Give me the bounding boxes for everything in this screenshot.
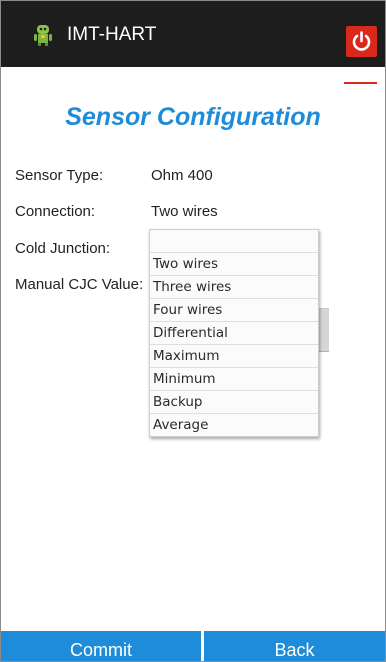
power-icon bbox=[352, 31, 371, 51]
app-screen: IMT-HART Sensor Configuration Sensor Typ… bbox=[0, 0, 386, 662]
dropdown-blank-row bbox=[150, 230, 318, 253]
connection-spinner[interactable]: Two wires bbox=[151, 202, 218, 222]
dropdown-option-differential[interactable]: Differential bbox=[150, 322, 318, 345]
tab-indicator bbox=[344, 82, 377, 84]
dropdown-option-backup[interactable]: Backup bbox=[150, 391, 318, 414]
power-button[interactable] bbox=[346, 26, 377, 57]
connection-dropdown-list[interactable]: Two wires Three wires Four wires Differe… bbox=[149, 229, 319, 437]
dropdown-option-four-wires[interactable]: Four wires bbox=[150, 299, 318, 322]
sensor-type-spinner[interactable]: Ohm 400 bbox=[151, 166, 213, 186]
app-title: IMT-HART bbox=[67, 24, 157, 45]
page-title: Sensor Configuration bbox=[65, 103, 321, 131]
dropdown-option-three-wires[interactable]: Three wires bbox=[150, 276, 318, 299]
cold-junction-label: Cold Junction: bbox=[15, 240, 111, 257]
dropdown-option-maximum[interactable]: Maximum bbox=[150, 345, 318, 368]
commit-button[interactable]: Commit bbox=[1, 631, 201, 661]
dropdown-option-average[interactable]: Average bbox=[150, 414, 318, 436]
manual-cjc-label: Manual CJC Value: bbox=[15, 276, 144, 293]
sensor-type-label: Sensor Type: bbox=[15, 167, 104, 184]
dropdown-option-minimum[interactable]: Minimum bbox=[150, 368, 318, 391]
android-robot-icon bbox=[31, 23, 55, 47]
dropdown-option-two-wires[interactable]: Two wires bbox=[150, 253, 318, 276]
back-button[interactable]: Back bbox=[204, 631, 385, 661]
action-bar: IMT-HART bbox=[1, 1, 385, 67]
connection-label: Connection: bbox=[15, 203, 96, 220]
